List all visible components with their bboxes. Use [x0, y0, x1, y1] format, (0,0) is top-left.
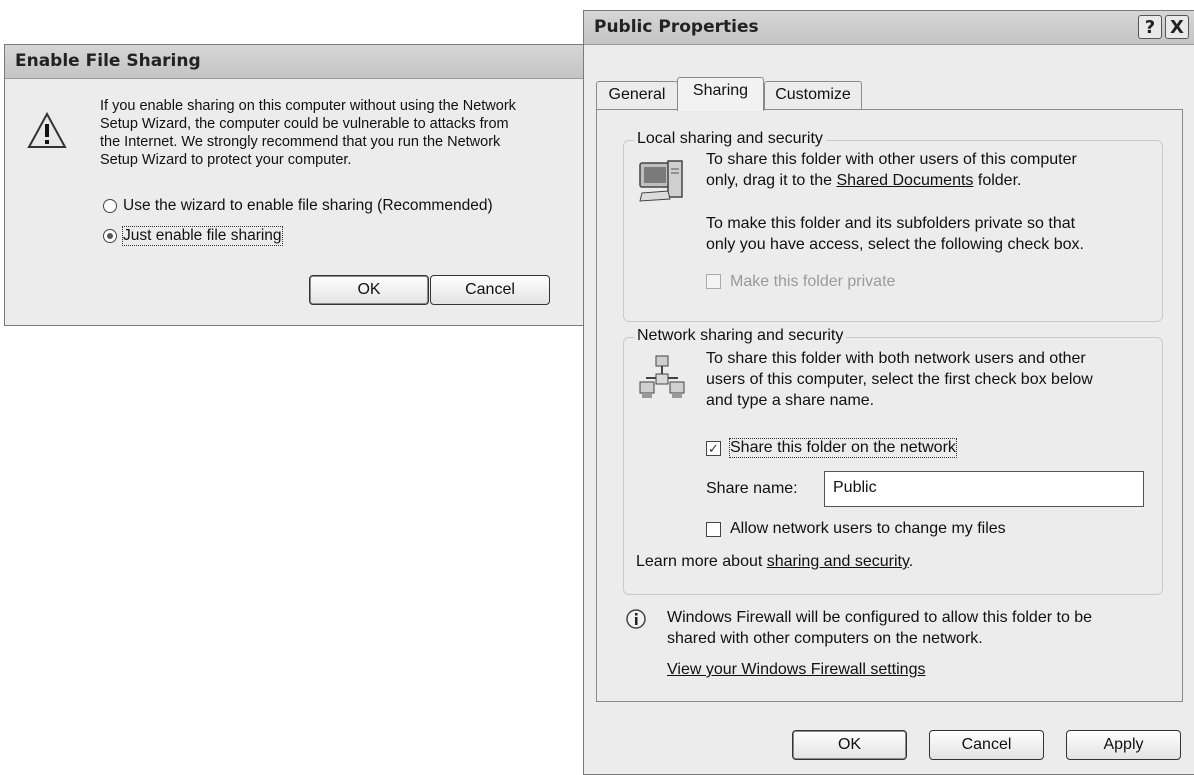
- network-sharing-title: Network sharing and security: [634, 327, 847, 345]
- allow-change-checkbox[interactable]: [706, 522, 721, 537]
- learn-more-text: Learn more about: [636, 553, 767, 570]
- just-enable-radio-label[interactable]: Just enable file sharing: [122, 226, 283, 246]
- local-text-line: only you have access, select the followi…: [706, 236, 1084, 253]
- enable-cancel-button[interactable]: Cancel: [430, 275, 550, 305]
- learn-more-line: Learn more about sharing and security.: [636, 553, 913, 571]
- share-name-label: Share name:: [706, 480, 798, 497]
- just-enable-radio[interactable]: [103, 229, 117, 243]
- public-properties-dialog: Public Properties ? X General Sharing Cu…: [583, 10, 1194, 775]
- firewall-text: Windows Firewall will be configured to a…: [667, 607, 1092, 649]
- local-private-text: To make this folder and its subfolders p…: [706, 213, 1084, 255]
- sharing-tab-panel: Local sharing and security To share this…: [596, 109, 1183, 702]
- sharing-security-link[interactable]: sharing and security: [767, 553, 909, 570]
- tab-sharing[interactable]: Sharing: [677, 77, 764, 111]
- properties-apply-button[interactable]: Apply: [1066, 730, 1181, 760]
- network-sharing-group: Network sharing and security To share th…: [623, 327, 1163, 595]
- computer-icon: [639, 160, 683, 202]
- firewall-text-line: Windows Firewall will be configured to a…: [667, 609, 1093, 626]
- enable-file-sharing-dialog: Enable File Sharing If you enable sharin…: [4, 44, 584, 326]
- local-text-line: To share this folder with other users of…: [706, 151, 1077, 168]
- properties-cancel-button[interactable]: Cancel: [929, 730, 1044, 760]
- network-text-line: To share this folder with both network u…: [706, 350, 1086, 367]
- local-text-part: only, drag it to the: [706, 172, 837, 189]
- enable-dialog-title: Enable File Sharing: [15, 51, 201, 71]
- close-button[interactable]: X: [1165, 15, 1189, 39]
- make-private-label[interactable]: Make this folder private: [730, 273, 895, 291]
- learn-more-period: .: [908, 553, 914, 570]
- allow-change-label[interactable]: Allow network users to change my files: [730, 520, 1006, 538]
- network-text-line: users of this computer, select the first…: [706, 371, 1093, 388]
- local-sharing-text: To share this folder with other users of…: [706, 149, 1077, 191]
- info-icon: [626, 609, 646, 629]
- tab-general[interactable]: General: [596, 81, 678, 109]
- message-line: the Internet. We strongly recommend that…: [100, 134, 501, 150]
- help-button[interactable]: ?: [1138, 15, 1162, 39]
- local-sharing-title: Local sharing and security: [634, 130, 826, 148]
- properties-ok-button[interactable]: OK: [792, 730, 907, 760]
- share-folder-label[interactable]: Share this folder on the network: [729, 438, 957, 458]
- local-text-part: folder.: [973, 172, 1022, 189]
- local-text-line: To make this folder and its subfolders p…: [706, 215, 1076, 232]
- local-text-line: only, drag it to the Shared Documents fo…: [706, 170, 1077, 191]
- network-text-line: and type a share name.: [706, 392, 875, 409]
- firewall-text-line: shared with other computers on the netwo…: [667, 630, 983, 647]
- share-name-input[interactable]: Public: [824, 471, 1144, 507]
- enable-dialog-message: If you enable sharing on this computer w…: [100, 97, 570, 169]
- warning-icon: [27, 111, 67, 148]
- properties-titlebar[interactable]: Public Properties ? X: [584, 11, 1194, 45]
- wizard-radio[interactable]: [103, 199, 117, 213]
- message-line: Setup Wizard, the computer could be vuln…: [100, 116, 509, 132]
- wizard-radio-label[interactable]: Use the wizard to enable file sharing (R…: [123, 197, 493, 215]
- local-sharing-group: Local sharing and security To share this…: [623, 130, 1163, 322]
- network-icon: [639, 355, 685, 398]
- share-folder-checkbox[interactable]: ✓: [706, 441, 721, 456]
- share-name-value: Public: [833, 479, 877, 496]
- message-line: Setup Wizard to protect your computer.: [100, 152, 352, 168]
- tab-customize[interactable]: Customize: [764, 81, 862, 109]
- properties-title: Public Properties: [594, 17, 759, 37]
- enable-dialog-titlebar[interactable]: Enable File Sharing: [5, 45, 583, 79]
- message-line: If you enable sharing on this computer w…: [100, 98, 516, 114]
- make-private-checkbox[interactable]: [706, 274, 721, 289]
- network-sharing-text: To share this folder with both network u…: [706, 348, 1093, 411]
- shared-documents-link[interactable]: Shared Documents: [836, 172, 973, 189]
- firewall-settings-link[interactable]: View your Windows Firewall settings: [667, 661, 925, 679]
- enable-ok-button[interactable]: OK: [309, 275, 429, 305]
